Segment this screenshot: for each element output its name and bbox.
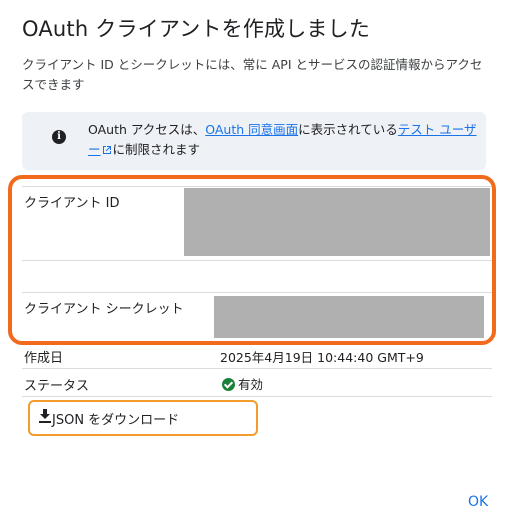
check-circle-icon xyxy=(222,378,235,391)
info-banner: i OAuth アクセスは、OAuth 同意画面に表示されているテスト ユーザー… xyxy=(22,112,486,170)
dialog-title: OAuth クライアントを作成しました xyxy=(22,17,371,41)
download-icon xyxy=(39,409,51,423)
info-text-prefix: OAuth アクセスは、 xyxy=(88,122,206,137)
info-icon: i xyxy=(52,130,66,144)
download-json-button[interactable]: JSON をダウンロード xyxy=(28,400,258,436)
dialog-description: クライアント ID とシークレットには、常に API とサービスの認証情報からア… xyxy=(22,57,483,92)
created-value: 2025年4月19日 10:44:40 GMT+9 xyxy=(220,350,424,365)
ok-button[interactable]: OK xyxy=(468,494,488,510)
credentials-highlight xyxy=(8,175,496,345)
info-text-suffix: に制限されます xyxy=(112,142,201,157)
consent-screen-link[interactable]: OAuth 同意画面 xyxy=(205,122,298,137)
status-label: ステータス xyxy=(24,379,90,394)
info-text: OAuth アクセスは、OAuth 同意画面に表示されているテスト ユーザー に制… xyxy=(88,120,478,160)
download-json-label[interactable]: JSON をダウンロード xyxy=(52,409,179,428)
external-link-icon[interactable] xyxy=(102,145,112,155)
divider xyxy=(22,368,492,369)
status-text: 有効 xyxy=(238,377,264,392)
info-text-middle: に表示されている xyxy=(298,122,398,137)
created-label: 作成日 xyxy=(24,351,64,366)
status-value: 有効 xyxy=(222,374,263,393)
divider xyxy=(22,396,492,397)
